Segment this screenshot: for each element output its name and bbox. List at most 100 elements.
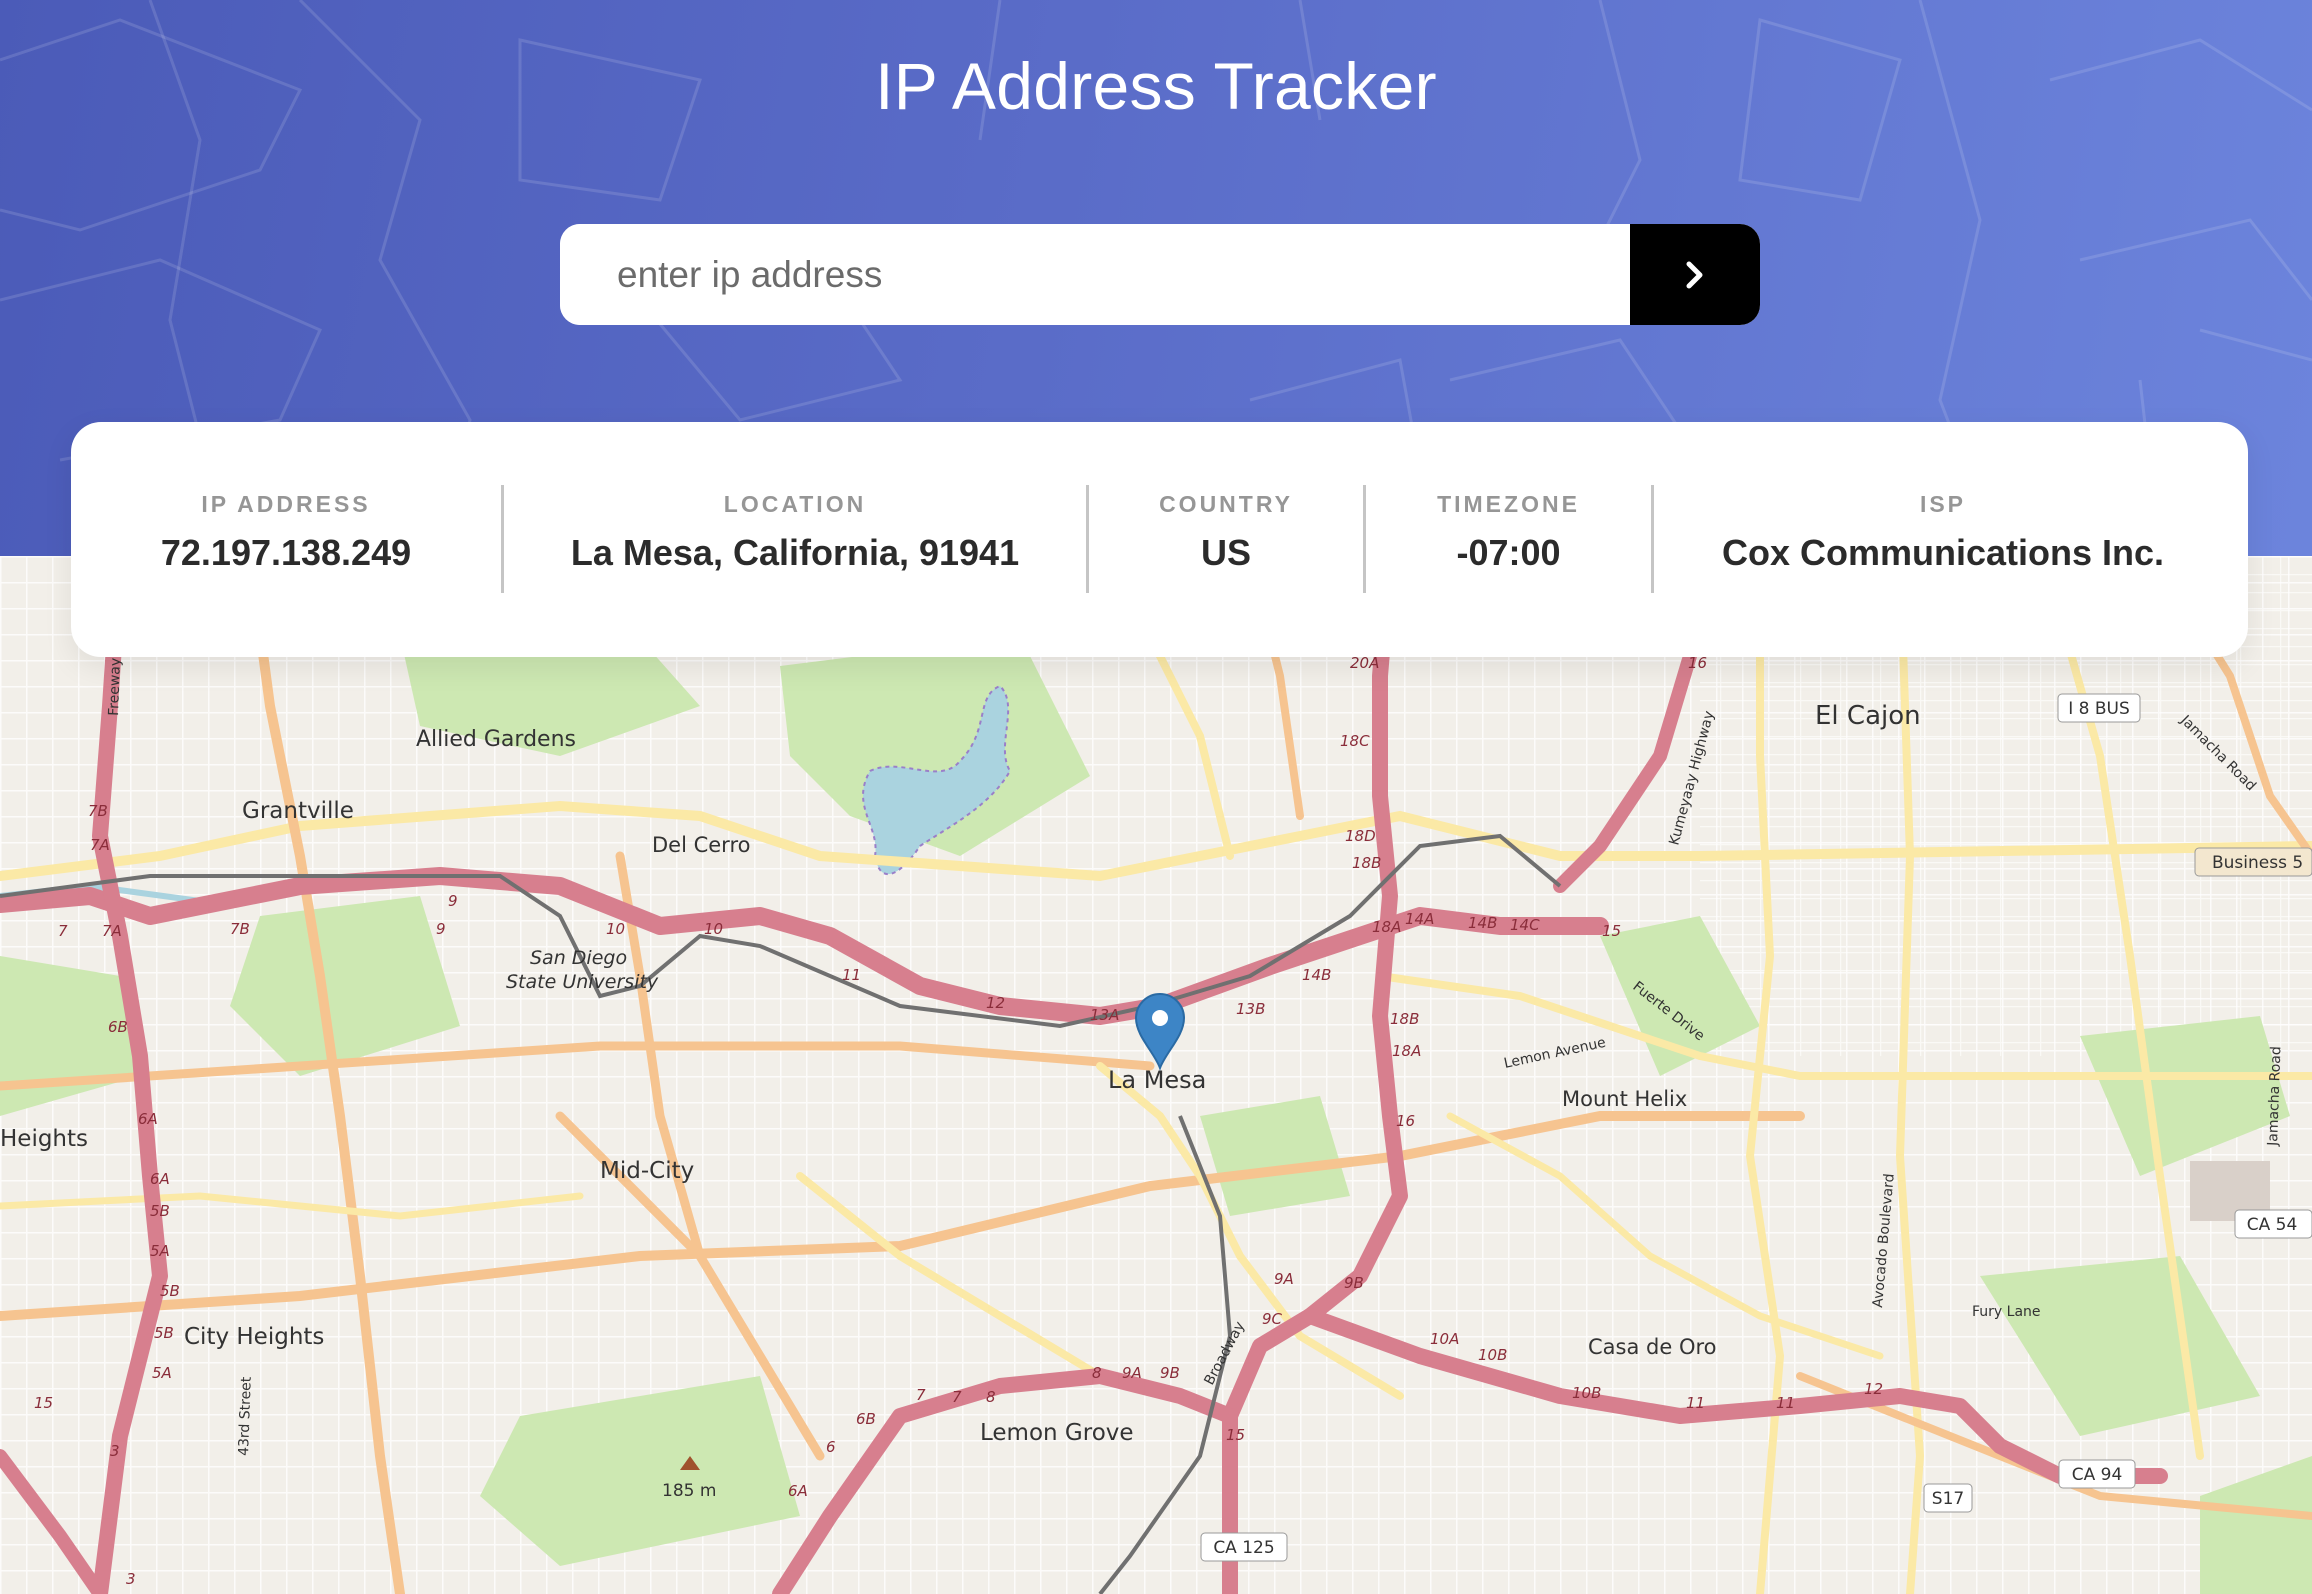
search-bar — [560, 224, 1760, 325]
map-exit-number: 9B — [1344, 1274, 1364, 1292]
map-exit-number: 6A — [138, 1110, 158, 1128]
map-exit-number: 5A — [150, 1242, 170, 1260]
country-label: COUNTRY — [1159, 491, 1293, 517]
map-road-fury-lane: Fury Lane — [1972, 1304, 2041, 1320]
ip-info-card: IP ADDRESS 72.197.138.249 LOCATION La Me… — [71, 422, 2248, 657]
ip-address-label: IP ADDRESS — [201, 491, 371, 517]
map-exit-number: 9A — [1274, 1270, 1294, 1288]
location-label: LOCATION — [723, 491, 867, 517]
map-exit-number: 11 — [1686, 1394, 1705, 1412]
map-label-grantville: Grantville — [242, 798, 354, 824]
map-exit-number: 10 — [704, 920, 723, 938]
map-exit-number: 15 — [34, 1394, 53, 1412]
map-exit-number: 18C — [1340, 732, 1370, 750]
map-exit-number: 6B — [108, 1018, 128, 1036]
map-exit-number: 16 — [1396, 1112, 1415, 1130]
map-exit-number: 6A — [150, 1170, 170, 1188]
map-label-san-diego: San Diego — [530, 947, 627, 969]
map-label-la-mesa: La Mesa — [1108, 1066, 1206, 1094]
isp-label: ISP — [1919, 491, 1967, 517]
map-road-freeway: Freeway — [106, 658, 124, 717]
map-exit-number: 7B — [230, 920, 250, 938]
map-exit-number: 3 — [110, 1442, 120, 1460]
map-exit-number: 18A — [1372, 918, 1401, 936]
map-exit-number: 10A — [1430, 1330, 1459, 1348]
map-label-peak-elevation: 185 m — [662, 1481, 716, 1501]
map-exit-number: 12 — [986, 994, 1005, 1012]
map-exit-number: 12 — [1864, 1380, 1883, 1398]
ip-search-input[interactable] — [560, 224, 1628, 325]
page-title: IP Address Tracker — [875, 49, 1437, 123]
map-label-lemon-grove: Lemon Grove — [980, 1420, 1134, 1446]
map-exit-number: 15 — [1602, 922, 1621, 940]
map-label-city-heights: City Heights — [184, 1324, 324, 1350]
ip-address-value: 72.197.138.249 — [160, 532, 412, 573]
country-value: US — [1200, 532, 1251, 573]
map-label-mid-city: Mid-City — [600, 1158, 694, 1184]
map-exit-number: 13A — [1090, 1006, 1119, 1024]
map-exit-number: 5B — [150, 1202, 170, 1220]
location-section: LOCATION La Mesa, California, 91941 — [504, 422, 1086, 657]
map-exit-number: 9A — [1122, 1364, 1142, 1382]
map-exit-number: 5B — [160, 1282, 180, 1300]
map-exit-number: 9 — [436, 920, 446, 938]
map-exit-number: 10 — [606, 920, 625, 938]
map-exit-number: 6A — [788, 1482, 808, 1500]
map-label-casa-de-oro: Casa de Oro — [1588, 1335, 1717, 1359]
map[interactable]: El Cajon Allied Gardens Grantville Del C… — [0, 556, 2312, 1594]
map-label-el-cajon: El Cajon — [1815, 701, 1921, 731]
map-exit-number: 14B — [1302, 966, 1331, 984]
map-label-allied-gardens: Allied Gardens — [416, 727, 576, 752]
map-exit-number: 9C — [1262, 1310, 1283, 1328]
map-exit-number: 8 — [1092, 1364, 1102, 1382]
map-exit-number: 14C — [1510, 916, 1540, 934]
map-exit-number: 10B — [1572, 1384, 1601, 1402]
map-exit-number: 14A — [1405, 910, 1434, 928]
map-label-state-university: State University — [506, 971, 659, 993]
map-label-mount-helix: Mount Helix — [1562, 1087, 1687, 1111]
map-exit-number: 15 — [1226, 1426, 1245, 1444]
map-exit-number: 5B — [154, 1324, 174, 1342]
map-shield-ca-54: CA 54 — [2247, 1215, 2298, 1235]
map-tiles[interactable]: El Cajon Allied Gardens Grantville Del C… — [0, 556, 2312, 1594]
isp-value: Cox Communications Inc. — [1721, 532, 2165, 573]
map-shield-ca-94: CA 94 — [2072, 1465, 2123, 1485]
map-label-del-cerro: Del Cerro — [652, 833, 750, 857]
map-exit-number: 8 — [986, 1388, 996, 1406]
map-exit-number: 3 — [126, 1570, 136, 1588]
map-exit-number: 6 — [826, 1438, 836, 1456]
map-exit-number: 11 — [1776, 1394, 1795, 1412]
search-submit-button[interactable] — [1630, 224, 1760, 325]
map-exit-number: 7 — [916, 1386, 926, 1404]
map-exit-number: 7B — [88, 802, 108, 820]
map-shield-i8-bus: I 8 BUS — [2068, 699, 2130, 719]
chevron-right-icon — [1686, 261, 1703, 288]
location-value: La Mesa, California, 91941 — [570, 532, 1020, 573]
map-shield-ca-125: CA 125 — [1213, 1538, 1274, 1558]
map-label-heights: Heights — [0, 1126, 88, 1152]
map-exit-number: 13B — [1236, 1000, 1265, 1018]
map-exit-number: 9B — [1160, 1364, 1180, 1382]
map-exit-number: 18B — [1390, 1010, 1419, 1028]
map-exit-number: 9 — [448, 892, 458, 910]
map-exit-number: 7A — [102, 922, 122, 940]
map-exit-number: 18A — [1392, 1042, 1421, 1060]
timezone-label: TIMEZONE — [1437, 491, 1580, 517]
map-exit-number: 5A — [152, 1364, 172, 1382]
map-exit-number: 14B — [1468, 914, 1497, 932]
map-exit-number: 7 — [58, 922, 68, 940]
isp-section: ISP Cox Communications Inc. — [1654, 422, 2232, 657]
map-exit-number: 6B — [856, 1410, 876, 1428]
map-exit-number: 7 — [952, 1388, 962, 1406]
map-exit-number: 18D — [1345, 827, 1376, 845]
map-shield-s17: S17 — [1932, 1489, 1964, 1509]
map-exit-number: 7A — [90, 836, 110, 854]
ip-address-section: IP ADDRESS 72.197.138.249 — [71, 422, 501, 657]
map-exit-number: 10B — [1478, 1346, 1507, 1364]
timezone-value: -07:00 — [1456, 532, 1561, 573]
map-exit-number: 11 — [842, 966, 861, 984]
timezone-section: TIMEZONE -07:00 — [1366, 422, 1651, 657]
map-exit-number: 18B — [1352, 854, 1381, 872]
map-road-43rd-street: 43rd Street — [236, 1376, 255, 1456]
map-shield-business-5: Business 5 — [2212, 853, 2303, 873]
